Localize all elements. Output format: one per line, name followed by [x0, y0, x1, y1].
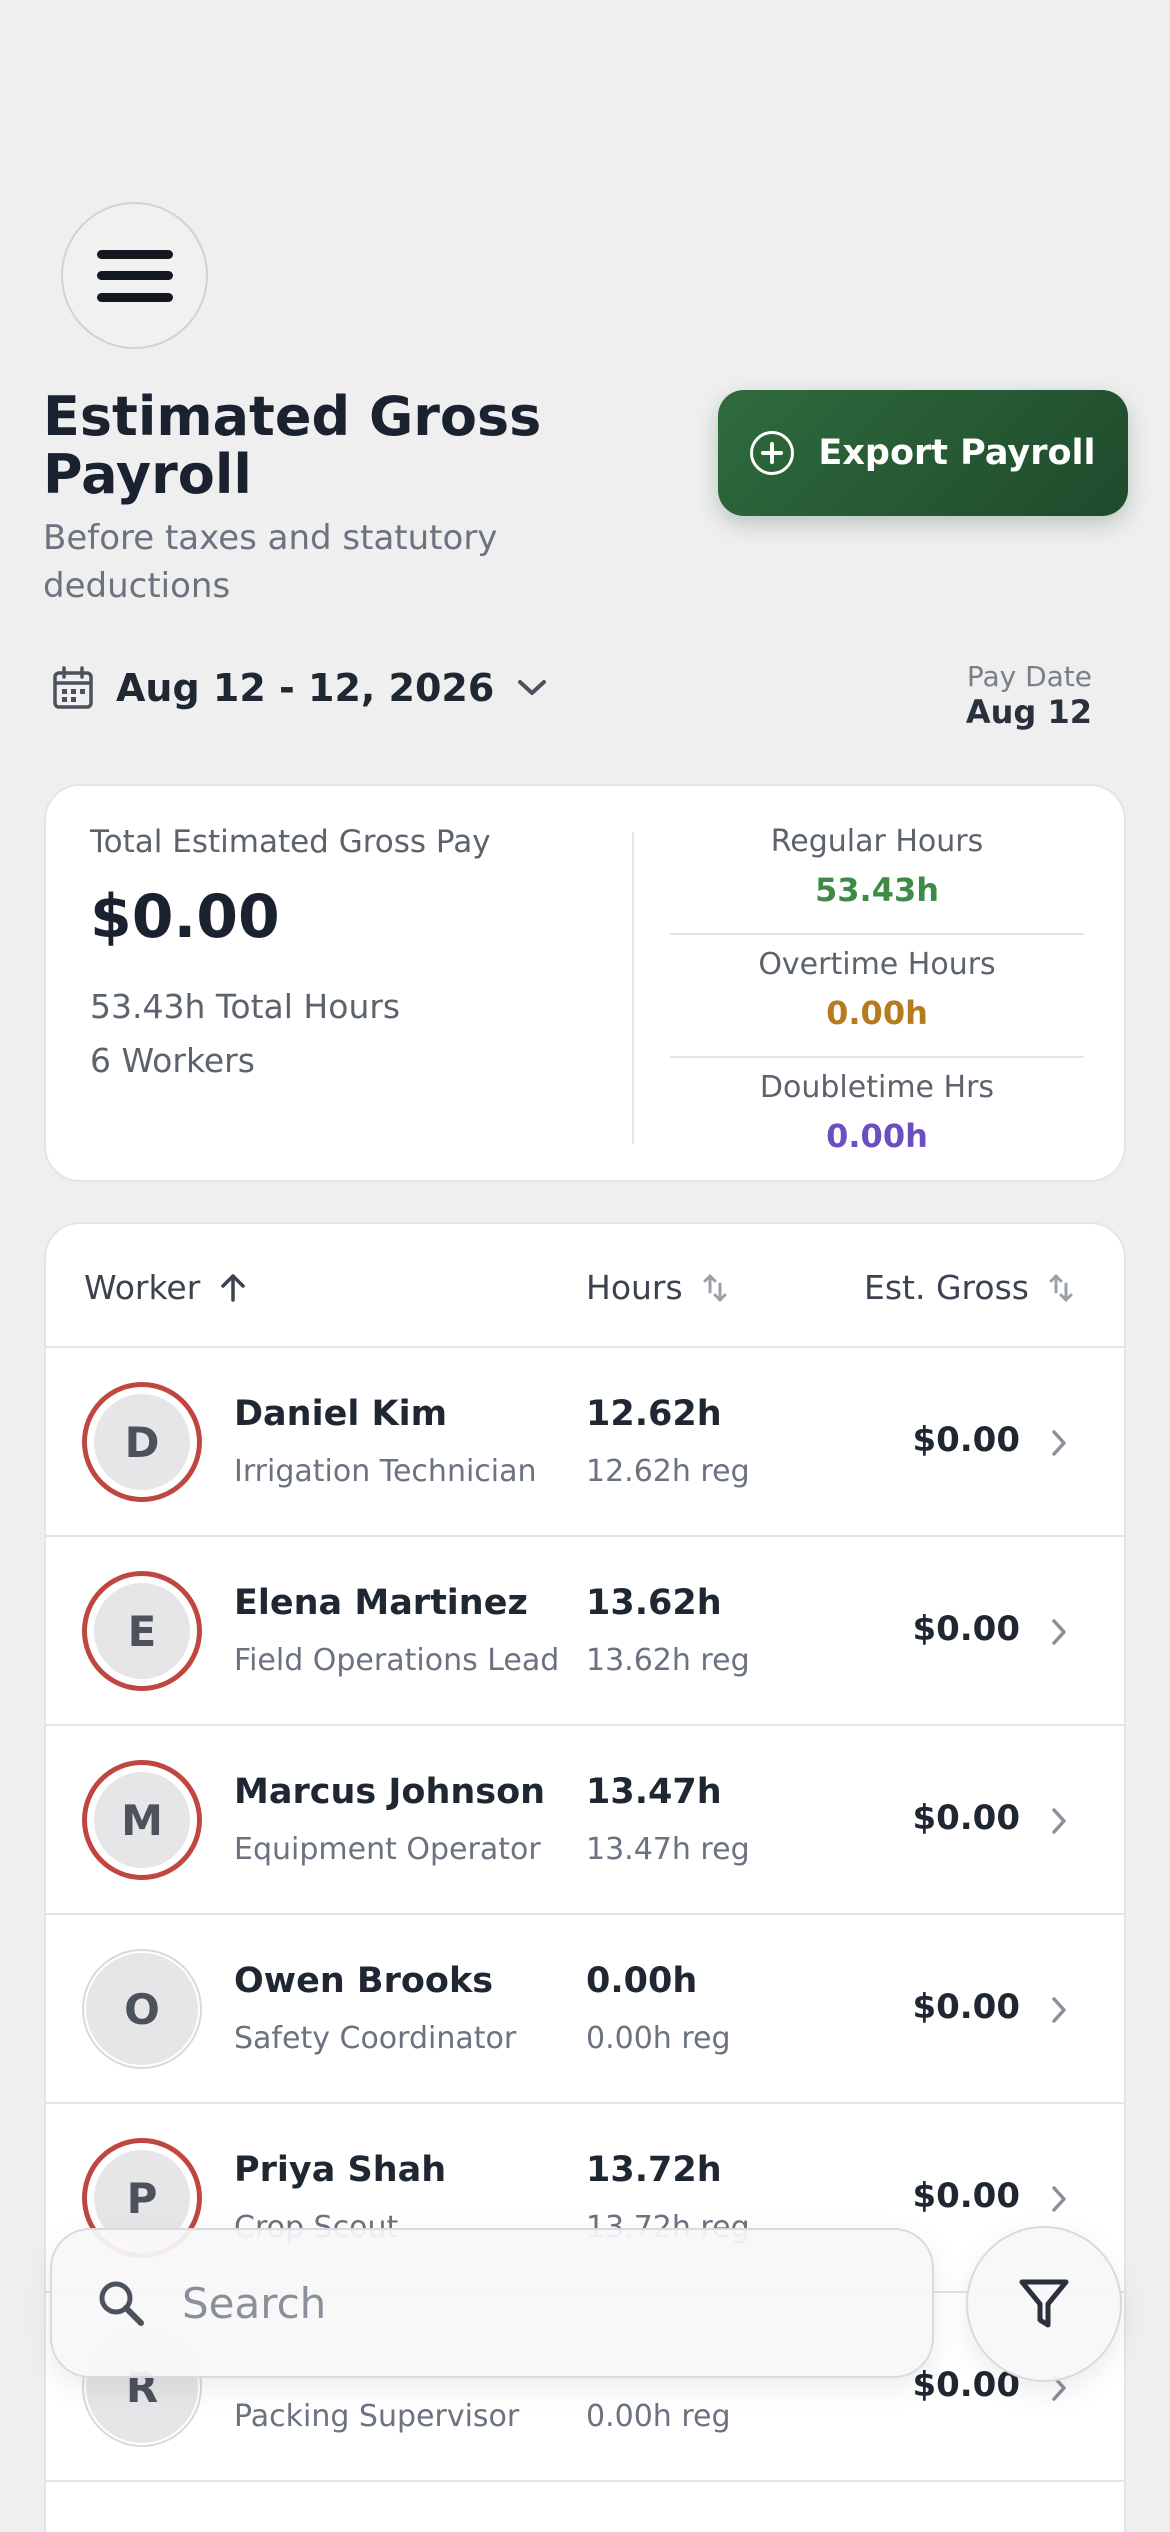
worker-role: Safety Coordinator — [234, 2021, 517, 2056]
plus-circle-icon — [750, 431, 795, 475]
worker-regular-hours: 0.00h reg — [586, 2399, 731, 2434]
search-bar[interactable] — [50, 2228, 934, 2378]
sort-icon — [1049, 1274, 1073, 1301]
doubletime-hours-value: 0.00h — [826, 1117, 928, 1155]
worker-hours: 12.62h — [586, 1394, 722, 1434]
worker-name: Elena Martinez — [234, 1583, 528, 1623]
filter-button[interactable] — [966, 2226, 1122, 2382]
menu-icon — [96, 249, 173, 302]
worker-regular-hours: 13.47h reg — [586, 1832, 750, 1867]
worker-name: Marcus Johnson — [234, 1772, 546, 1812]
worker-hours: 13.47h — [586, 1772, 722, 1812]
chevron-right-icon — [1052, 1997, 1066, 2023]
worker-regular-hours: 0.00h reg — [586, 2021, 731, 2056]
calendar-icon — [53, 666, 93, 709]
worker-role: Packing Supervisor — [234, 2399, 520, 2434]
worker-name: Daniel Kim — [234, 1394, 448, 1434]
worker-role: Field Operations Lead — [234, 1643, 560, 1678]
table-row[interactable]: D Daniel Kim Irrigation Technician 12.62… — [46, 1348, 1124, 1537]
chevron-right-icon — [1052, 2186, 1066, 2212]
overtime-hours-value: 0.00h — [826, 994, 928, 1032]
chevron-right-icon — [1052, 1808, 1066, 1834]
hours-column-label: Hours — [586, 1268, 683, 1307]
avatar: O — [82, 1949, 202, 2069]
worker-gross: $0.00 — [912, 1987, 1020, 2027]
sort-hours-header[interactable]: Hours — [586, 1268, 729, 1307]
worker-regular-hours: 13.62h reg — [586, 1643, 750, 1678]
pay-date-label: Pay Date — [966, 660, 1092, 693]
date-range-selector[interactable]: Aug 12 - 12, 2026 — [52, 666, 548, 710]
table-row[interactable]: O Owen Brooks Safety Coordinator 0.00h 0… — [46, 1915, 1124, 2104]
overtime-hours-stat: Overtime Hours 0.00h — [670, 935, 1084, 1058]
pay-date: Pay Date Aug 12 — [966, 660, 1092, 730]
avatar: E — [82, 1571, 202, 1691]
menu-button[interactable] — [61, 202, 208, 349]
avatar-initial: E — [94, 1583, 190, 1679]
avatar-initial: D — [94, 1394, 190, 1490]
date-range-label: Aug 12 - 12, 2026 — [116, 666, 495, 710]
doubletime-hours-stat: Doubletime Hrs 0.00h — [670, 1058, 1084, 1181]
avatar-initial: O — [86, 1953, 198, 2065]
summary-card: Total Estimated Gross Pay $0.00 53.43h T… — [44, 784, 1126, 1182]
worker-hours: 13.62h — [586, 1583, 722, 1623]
regular-hours-value: 53.43h — [815, 871, 939, 909]
worker-name: Owen Brooks — [234, 1961, 494, 2001]
avatar: D — [82, 1382, 202, 1502]
doubletime-hours-label: Doubletime Hrs — [759, 1070, 995, 1105]
export-payroll-label: Export Payroll — [818, 433, 1096, 473]
chevron-right-icon — [1052, 1619, 1066, 1645]
search-icon — [99, 2281, 144, 2326]
sort-icon — [703, 1274, 727, 1301]
gross-column-label: Est. Gross — [864, 1268, 1029, 1307]
sort-worker-header[interactable]: Worker — [84, 1268, 248, 1307]
worker-hours: 13.72h — [586, 2150, 722, 2190]
total-gross-value: $0.00 — [90, 882, 280, 952]
table-header: Worker Hours Est. Gross — [46, 1224, 1124, 1348]
worker-gross: $0.00 — [912, 2176, 1020, 2216]
search-input[interactable] — [182, 2278, 882, 2328]
chevron-right-icon — [1052, 1430, 1066, 1456]
sort-up-icon — [221, 1273, 246, 1302]
export-payroll-button[interactable]: Export Payroll — [718, 390, 1128, 516]
pay-date-value: Aug 12 — [965, 693, 1092, 731]
regular-hours-stat: Regular Hours 53.43h — [670, 812, 1084, 935]
total-hours: 53.43h Total Hours — [90, 987, 401, 1026]
filter-icon — [1019, 2279, 1069, 2328]
page-subtitle: Before taxes and statutory deductions — [43, 518, 498, 606]
chevron-down-icon — [518, 680, 547, 695]
worker-gross: $0.00 — [912, 1609, 1020, 1649]
table-row[interactable]: M Marcus Johnson Equipment Operator 13.4… — [46, 1726, 1124, 1915]
total-gross-label: Total Estimated Gross Pay — [90, 824, 491, 860]
sort-gross-header[interactable]: Est. Gross — [864, 1268, 1075, 1307]
avatar: M — [82, 1760, 202, 1880]
overtime-hours-label: Overtime Hours — [758, 947, 996, 982]
worker-hours: 0.00h — [586, 1961, 698, 2001]
worker-role: Irrigation Technician — [234, 1454, 537, 1489]
table-row[interactable]: E Elena Martinez Field Operations Lead 1… — [46, 1537, 1124, 1726]
worker-count: 6 Workers — [90, 1041, 255, 1080]
page-title: Estimated Gross Payroll — [43, 385, 542, 506]
worker-gross: $0.00 — [912, 1798, 1020, 1838]
worker-role: Equipment Operator — [234, 1832, 541, 1867]
worker-name: Priya Shah — [234, 2150, 447, 2190]
avatar-initial: M — [94, 1772, 190, 1868]
worker-gross: $0.00 — [912, 1420, 1020, 1460]
summary-divider — [632, 832, 634, 1144]
worker-regular-hours: 12.62h reg — [586, 1454, 750, 1489]
worker-column-label: Worker — [84, 1268, 201, 1307]
regular-hours-label: Regular Hours — [770, 824, 984, 859]
